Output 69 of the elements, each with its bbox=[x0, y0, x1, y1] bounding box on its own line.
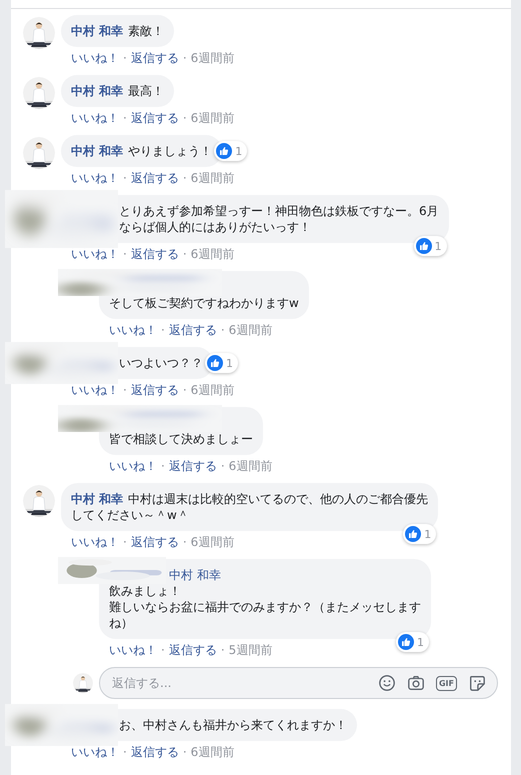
comment-text: 中村 和幸 中村は週末は比較的空いてるので、他の人のご都合優先 してください～＾w＾ bbox=[71, 491, 428, 523]
comment-action-link[interactable]: いいね！ bbox=[71, 744, 119, 760]
separator-dot: · bbox=[182, 110, 187, 126]
emoji-icon[interactable] bbox=[378, 674, 396, 692]
thumbs-up-icon bbox=[405, 526, 422, 542]
comment-action-link[interactable]: 返信する bbox=[168, 642, 217, 658]
sticker-icon[interactable] bbox=[468, 674, 486, 692]
comment-text: 飲みましょ！ 難しいならお盆に福井でのみますか？（またメッセします ね） bbox=[109, 583, 421, 631]
thumbs-up-icon bbox=[216, 143, 232, 159]
reaction-count: 1 bbox=[226, 356, 233, 370]
separator-dot: · bbox=[123, 110, 127, 126]
comment-action-link[interactable]: 返信する bbox=[130, 110, 179, 126]
separator-dot: · bbox=[182, 170, 187, 186]
separator-dot: · bbox=[123, 382, 127, 398]
comment-action-link[interactable]: いいね！ bbox=[109, 642, 157, 658]
gif-button[interactable]: GIF bbox=[436, 676, 457, 690]
separator-dot: · bbox=[182, 382, 187, 398]
separator-dot: · bbox=[220, 458, 225, 474]
comment-action-link[interactable]: 返信する bbox=[130, 50, 179, 66]
comment-text: 皆で相談して決めましょー bbox=[109, 431, 253, 447]
separator-dot: · bbox=[161, 322, 165, 338]
thumbs-up-icon bbox=[416, 238, 432, 254]
separator-dot: · bbox=[220, 322, 225, 338]
separator-dot: · bbox=[182, 246, 187, 262]
separator-dot: · bbox=[220, 642, 225, 658]
author-name[interactable]: 中村 和幸 bbox=[71, 492, 124, 506]
comment-text: とりあえず参加希望っすー！神田物色は鉄板ですなー。6月 ならば個人的にはありがたいっす！ bbox=[119, 203, 439, 235]
comment-action-link[interactable]: 返信する bbox=[130, 246, 179, 262]
comment-action-link[interactable]: いいね！ bbox=[71, 170, 119, 186]
comment-action-link[interactable]: いいね！ bbox=[71, 382, 119, 398]
comment-action-link[interactable]: 返信する bbox=[130, 744, 179, 760]
thumbs-up-icon bbox=[207, 355, 223, 371]
reaction-count: 1 bbox=[235, 144, 242, 158]
separator-dot: · bbox=[182, 744, 187, 760]
reaction-count: 1 bbox=[434, 240, 442, 252]
separator-dot: · bbox=[161, 642, 165, 658]
comment-text: そして板ご契約ですねわかりますw bbox=[109, 295, 299, 311]
author-name[interactable]: 中村 和幸 bbox=[71, 84, 124, 98]
separator-dot: · bbox=[182, 50, 187, 66]
comment-text: お、中村さんも福井から来てくれますか！ bbox=[119, 717, 347, 733]
camera-icon[interactable] bbox=[406, 674, 425, 692]
mention-link[interactable]: 中村 和幸 bbox=[169, 568, 221, 582]
comment-text: 中村 和幸 素敵！ bbox=[71, 23, 164, 39]
thumbs-up-icon bbox=[398, 634, 414, 650]
comment-action-link[interactable]: 返信する bbox=[130, 534, 179, 550]
separator-dot: · bbox=[123, 534, 127, 550]
separator-dot: · bbox=[182, 534, 187, 550]
author-name[interactable]: 中村 和幸 bbox=[71, 24, 124, 38]
comment-action-link[interactable]: 返信する bbox=[168, 322, 217, 338]
author-name[interactable]: 中村 和幸 bbox=[71, 144, 124, 158]
comment-action-link[interactable]: 返信する bbox=[130, 382, 179, 398]
reaction-count: 1 bbox=[417, 636, 424, 648]
comment-action-link[interactable]: 返信する bbox=[168, 458, 217, 474]
reaction-count: 1 bbox=[424, 528, 432, 540]
comment-text: いつよいつ？？ bbox=[119, 355, 203, 371]
comment-action-link[interactable]: いいね！ bbox=[71, 246, 119, 262]
comment-action-link[interactable]: いいね！ bbox=[109, 458, 157, 474]
comment-text: 中村 和幸 やりましょう！ bbox=[71, 143, 212, 159]
comment-text: 中村 和幸 最高！ bbox=[71, 83, 164, 99]
comment-action-link[interactable]: いいね！ bbox=[109, 322, 157, 338]
comment-action-link[interactable]: 返信する bbox=[130, 170, 179, 186]
separator-dot: · bbox=[123, 50, 127, 66]
separator-dot: · bbox=[123, 744, 127, 760]
separator-dot: · bbox=[123, 170, 127, 186]
comment-action-link[interactable]: いいね！ bbox=[71, 110, 119, 126]
separator-dot: · bbox=[123, 246, 127, 262]
comment-action-link[interactable]: いいね！ bbox=[71, 50, 119, 66]
separator-dot: · bbox=[161, 458, 165, 474]
comment-action-link[interactable]: いいね！ bbox=[71, 534, 119, 550]
